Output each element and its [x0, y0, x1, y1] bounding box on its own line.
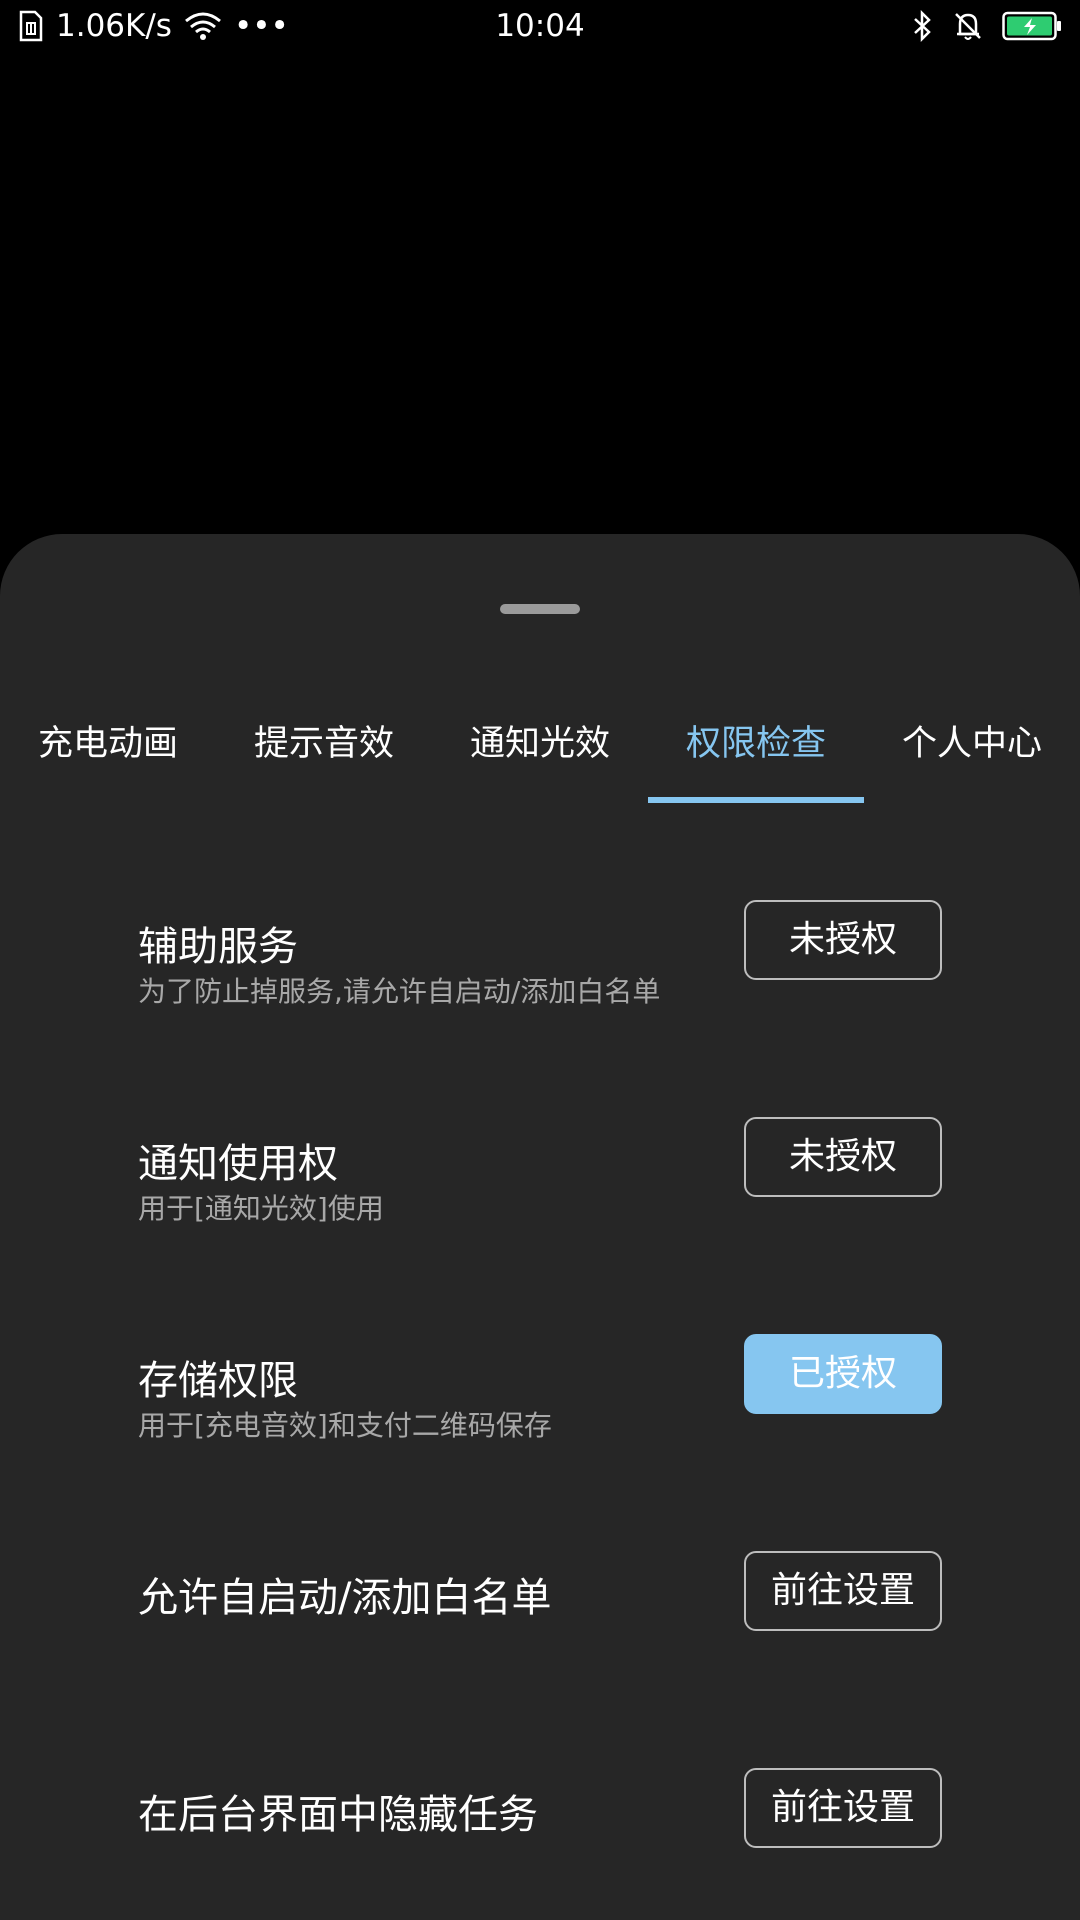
permission-title: 在后台界面中隐藏任务 [138, 1792, 538, 1838]
tab-notification-light[interactable]: 通知光效 [432, 714, 648, 804]
tab-charging-animation[interactable]: 充电动画 [0, 714, 216, 804]
permission-title: 通知使用权 [138, 1141, 338, 1187]
permission-row-autostart: 允许自启动/添加白名单 前往设置 [0, 1551, 1080, 1691]
status-bar: 1.06K/s ••• 10:04 [0, 0, 1080, 60]
authorize-accessibility-button[interactable]: 未授权 [744, 900, 942, 980]
status-right [912, 10, 1062, 42]
tab-personal-center[interactable]: 个人中心 [864, 714, 1080, 804]
tab-alert-sound[interactable]: 提示音效 [216, 714, 432, 804]
permission-row-accessibility: 辅助服务 为了防止掉服务,请允许自启动/添加白名单 未授权 [0, 900, 1080, 1040]
permission-description: 用于[充电音效]和支付二维码保存 [138, 1409, 552, 1442]
permissions-sheet: 充电动画 提示音效 通知光效 权限检查 个人中心 辅助服务 为了防止掉服务,请允… [0, 534, 1080, 1920]
permission-title: 辅助服务 [138, 924, 298, 970]
permission-description: 用于[通知光效]使用 [138, 1192, 384, 1225]
permission-row-hide-task: 在后台界面中隐藏任务 前往设置 [0, 1768, 1080, 1908]
hide-task-settings-button[interactable]: 前往设置 [744, 1768, 942, 1848]
permission-title: 允许自启动/添加白名单 [138, 1575, 552, 1621]
autostart-settings-button[interactable]: 前往设置 [744, 1551, 942, 1631]
authorize-notification-button[interactable]: 未授权 [744, 1117, 942, 1197]
battery-charging-icon [1002, 11, 1062, 41]
storage-authorized-button[interactable]: 已授权 [744, 1334, 942, 1414]
bell-muted-icon [952, 10, 984, 42]
tab-bar: 充电动画 提示音效 通知光效 权限检查 个人中心 [0, 714, 1080, 804]
active-tab-indicator [648, 797, 864, 803]
drag-handle[interactable] [500, 604, 580, 614]
permission-row-notification-access: 通知使用权 用于[通知光效]使用 未授权 [0, 1117, 1080, 1257]
screen: 1.06K/s ••• 10:04 充电动画 提示音效 通知光效 权限检查 个人… [0, 0, 1080, 1920]
permission-description: 为了防止掉服务,请允许自启动/添加白名单 [138, 975, 661, 1008]
tab-permission-check[interactable]: 权限检查 [648, 714, 864, 804]
permission-title: 存储权限 [138, 1358, 298, 1404]
bluetooth-icon [912, 10, 934, 42]
permission-row-storage: 存储权限 用于[充电音效]和支付二维码保存 已授权 [0, 1334, 1080, 1474]
